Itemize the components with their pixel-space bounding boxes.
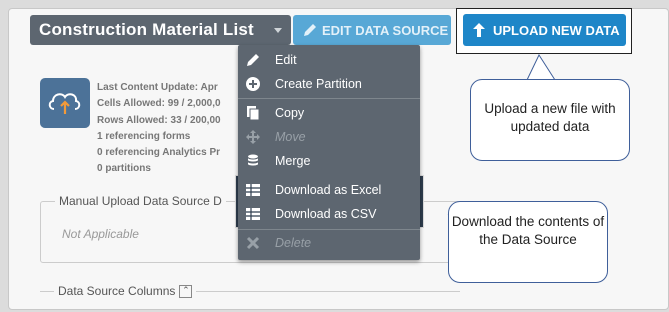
menu-item-label: Download as CSV (275, 207, 377, 221)
download-callout-text: Download the contents of the Data Source (451, 214, 605, 247)
cells-allowed: Cells Allowed: 99 / 2,000,0 (97, 98, 221, 110)
menu-item-delete: Delete (238, 231, 420, 255)
menu-divider (238, 229, 420, 230)
menu-item-label: Copy (275, 106, 305, 120)
menu-item-label: Create Partition (275, 77, 362, 91)
database-icon (245, 153, 261, 169)
page-title: Construction Material List (39, 20, 254, 39)
plus-circle-icon (245, 76, 261, 92)
table-icon (245, 206, 261, 222)
x-icon (245, 235, 261, 251)
menu-item-download-csv[interactable]: Download as CSV (238, 202, 420, 226)
arrows-icon (245, 129, 261, 145)
upload-callout: Upload a new file with updated data (470, 79, 630, 161)
chevron-down-icon (274, 28, 282, 33)
columns-legend-label: Data Source Columns (58, 284, 176, 298)
data-source-title-dropdown[interactable]: Construction Material List (30, 15, 291, 45)
pencil-icon (302, 22, 318, 41)
menu-item-label: Edit (275, 53, 297, 67)
edit-data-source-button[interactable]: EDIT DATA SOURCE (293, 15, 451, 45)
data-source-columns-legend: Data Source Columns ⌃ (54, 284, 197, 299)
menu-item-label: Merge (275, 154, 311, 168)
pencil-icon (245, 52, 261, 68)
manual-upload-legend: Manual Upload Data Source D (55, 194, 226, 208)
manual-upload-value: Not Applicable (62, 227, 139, 241)
callout-pointer (526, 53, 556, 81)
collapse-toggle-icon[interactable]: ⌃ (179, 285, 193, 299)
data-source-info: Last Content Update: Apr Cells Allowed: … (97, 80, 247, 178)
menu-item-edit[interactable]: Edit (238, 48, 420, 72)
menu-item-label: Download as Excel (275, 183, 382, 197)
partitions-count: 0 partitions (97, 163, 151, 175)
arrow-up-icon (472, 22, 486, 41)
menu-item-create-partition[interactable]: Create Partition (238, 72, 420, 96)
table-icon (245, 182, 261, 198)
menu-item-label: Move (275, 130, 306, 144)
referencing-analytics: 0 referencing Analytics Pr (97, 147, 221, 159)
last-content-update: Last Content Update: Apr (97, 82, 218, 93)
menu-item-merge[interactable]: Merge (238, 149, 420, 173)
menu-divider (238, 98, 420, 99)
edit-data-source-label: EDIT DATA SOURCE (322, 23, 449, 38)
cloud-upload-icon (40, 78, 90, 128)
actions-menu: Edit Create Partition Copy Move Merge Do… (238, 45, 420, 260)
referencing-forms: 1 referencing forms (97, 130, 191, 142)
upload-new-data-label: UPLOAD NEW DATA (493, 23, 620, 38)
data-source-columns-section: Data Source Columns ⌃ (40, 284, 460, 312)
upload-new-data-button[interactable]: UPLOAD NEW DATA (463, 14, 626, 46)
download-callout: Download the contents of the Data Source (448, 201, 608, 283)
rows-allowed: Rows Allowed: 33 / 200,00 (97, 114, 221, 126)
menu-item-copy[interactable]: Copy (238, 101, 420, 125)
menu-item-label: Delete (275, 236, 312, 250)
menu-item-move: Move (238, 125, 420, 149)
menu-item-download-excel[interactable]: Download as Excel (238, 178, 420, 202)
upload-callout-text: Upload a new file with updated data (484, 101, 616, 134)
copy-icon (245, 105, 261, 121)
